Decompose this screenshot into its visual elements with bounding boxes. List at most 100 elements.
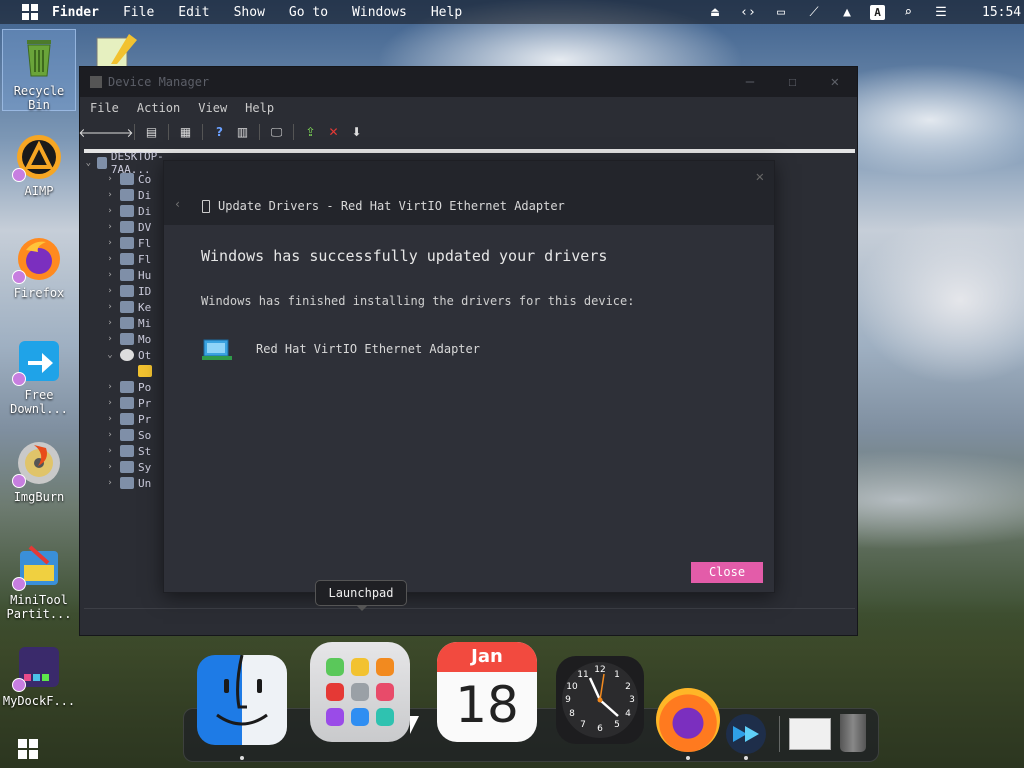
window-title: Device Manager <box>108 75 210 89</box>
menu-go-to[interactable]: Go to <box>289 5 328 20</box>
enable-device-icon[interactable]: ⬇ <box>348 124 365 141</box>
chevron-right-icon[interactable]: › <box>104 174 116 184</box>
dialog-close-icon[interactable]: ✕ <box>756 169 764 185</box>
menu-help[interactable]: Help <box>431 5 462 20</box>
windows-logo-icon[interactable] <box>22 4 38 20</box>
menu-app-name[interactable]: Finder <box>52 5 99 20</box>
control-center-icon[interactable]: ☰ <box>931 5 951 20</box>
desktop-icon-free-download-manager[interactable]: Free Downl... <box>2 338 76 416</box>
device-category-icon <box>120 221 134 233</box>
dm-menu-file[interactable]: File <box>90 101 119 115</box>
forward-arrow-icon[interactable]: 🡒 <box>101 124 133 141</box>
action-pane-icon[interactable]: ▥ <box>234 124 251 141</box>
chevron-down-icon[interactable]: ⌄ <box>104 350 116 360</box>
recycle-bin-icon <box>16 34 62 80</box>
chevron-right-icon[interactable]: › <box>104 446 116 456</box>
chevron-right-icon[interactable]: › <box>104 238 116 248</box>
content-top-border <box>84 149 855 153</box>
dm-menu-view[interactable]: View <box>198 101 227 115</box>
chevron-right-icon[interactable]: › <box>104 462 116 472</box>
chevron-right-icon[interactable]: › <box>104 206 116 216</box>
finder-icon[interactable] <box>197 655 287 745</box>
uninstall-icon[interactable]: ✕ <box>325 124 342 141</box>
aimp-icon <box>12 134 62 182</box>
toolbar-separator <box>134 124 135 140</box>
chevron-right-icon[interactable]: › <box>104 286 116 296</box>
desktop-icon-minitool-partition[interactable]: MiniTool Partit... <box>2 543 76 621</box>
desktop-icon-label: Recycle Bin <box>13 84 65 112</box>
network-off-icon[interactable]: ⟋ <box>804 5 824 20</box>
minimize-icon[interactable]: — <box>746 74 754 90</box>
start-button-icon[interactable] <box>18 739 38 759</box>
back-chevron-icon[interactable]: ‹ <box>174 197 181 211</box>
notepad-icon[interactable] <box>95 34 137 69</box>
chevron-right-icon[interactable]: › <box>104 414 116 424</box>
desktop-icon-mydockfinder[interactable]: MyDockF... <box>2 644 76 708</box>
chevron-right-icon[interactable]: › <box>104 270 116 280</box>
device-manager-titlebar[interactable]: Device Manager — ☐ ✕ <box>80 67 857 97</box>
monitor-icon[interactable]: ▭ <box>771 5 791 20</box>
dm-menu-help[interactable]: Help <box>245 101 274 115</box>
close-icon[interactable]: ✕ <box>831 74 839 90</box>
launchpad-icon[interactable] <box>310 642 410 742</box>
dm-menu-action[interactable]: Action <box>137 101 180 115</box>
clock[interactable]: 15:54 <box>982 5 1021 20</box>
chevron-right-icon[interactable]: › <box>104 302 116 312</box>
chevron-right-icon[interactable]: › <box>104 334 116 344</box>
status-bar-divider <box>84 608 855 609</box>
eject-icon[interactable]: ▲ <box>837 5 857 20</box>
tool-app-icon[interactable] <box>723 712 769 756</box>
calendar-icon[interactable]: Jan 18 <box>437 642 537 742</box>
properties-icon[interactable]: ▦ <box>177 124 194 141</box>
menu-edit[interactable]: Edit <box>178 5 209 20</box>
update-driver-icon[interactable]: ⇪ <box>302 124 319 141</box>
menu-windows[interactable]: Windows <box>352 5 407 20</box>
trash-icon[interactable] <box>840 714 866 752</box>
device-category-icon <box>120 285 134 297</box>
chevron-right-icon[interactable]: › <box>104 318 116 328</box>
input-language-indicator[interactable]: A <box>870 4 885 20</box>
menu-show[interactable]: Show <box>234 5 265 20</box>
device-category-icon <box>120 477 134 489</box>
chevron-right-icon[interactable]: › <box>104 254 116 264</box>
eject-circle-icon[interactable]: ⏏ <box>705 5 725 20</box>
desktop-icon-label: MiniTool Partit... <box>6 593 72 621</box>
shortcut-badge-icon <box>12 474 26 488</box>
device-category-icon <box>120 269 134 281</box>
system-tray: ⏏ ‹› ▭ ⟋ ▲ A ⌕ ☰ 15:54 <box>705 0 1024 24</box>
clock-app-icon[interactable]: 12 1 2 3 4 5 6 7 8 9 10 11 <box>556 656 644 744</box>
toolbar-separator <box>259 124 260 140</box>
maximize-icon[interactable]: ☐ <box>788 74 796 90</box>
chevron-right-icon[interactable]: › <box>104 190 116 200</box>
chevron-right-icon[interactable]: › <box>104 398 116 408</box>
desktop-icon-firefox[interactable]: Firefox <box>2 236 76 300</box>
scan-hardware-icon[interactable]: 🖵 <box>268 124 285 141</box>
desktop-icon-label: ImgBurn <box>13 490 65 504</box>
help-icon[interactable]: ? <box>211 124 228 141</box>
chevron-right-icon[interactable]: › <box>104 430 116 440</box>
updated-device: Red Hat VirtIO Ethernet Adapter <box>202 336 480 362</box>
firefox-dock-icon[interactable] <box>656 688 720 752</box>
show-hide-tree-icon[interactable]: ▤ <box>143 124 160 141</box>
desktop-icon-aimp[interactable]: AIMP <box>2 134 76 198</box>
chevron-right-icon[interactable]: › <box>104 222 116 232</box>
running-indicator <box>744 756 748 760</box>
toolbar-separator <box>202 124 203 140</box>
minimized-window-thumbnail[interactable] <box>789 718 831 750</box>
close-button[interactable]: Close <box>691 562 763 583</box>
code-icon[interactable]: ‹› <box>738 5 758 20</box>
calendar-month: Jan <box>437 642 537 672</box>
chevron-right-icon[interactable]: › <box>104 478 116 488</box>
device-category-icon <box>120 205 134 217</box>
desktop-icon-recycle-bin[interactable]: Recycle Bin <box>2 29 76 112</box>
search-icon[interactable]: ⌕ <box>898 5 918 20</box>
shortcut-badge-icon <box>12 168 26 182</box>
device-category-icon <box>120 429 134 441</box>
desktop-icon-imgburn[interactable]: ImgBurn <box>2 440 76 504</box>
update-drivers-dialog: ✕ ‹ Update Drivers - Red Hat VirtIO Ethe… <box>163 160 775 593</box>
device-category-icon <box>120 237 134 249</box>
chevron-down-icon[interactable]: ⌄ <box>84 158 93 168</box>
chevron-right-icon[interactable]: › <box>104 382 116 392</box>
menu-file[interactable]: File <box>123 5 154 20</box>
shortcut-badge-icon <box>12 270 26 284</box>
